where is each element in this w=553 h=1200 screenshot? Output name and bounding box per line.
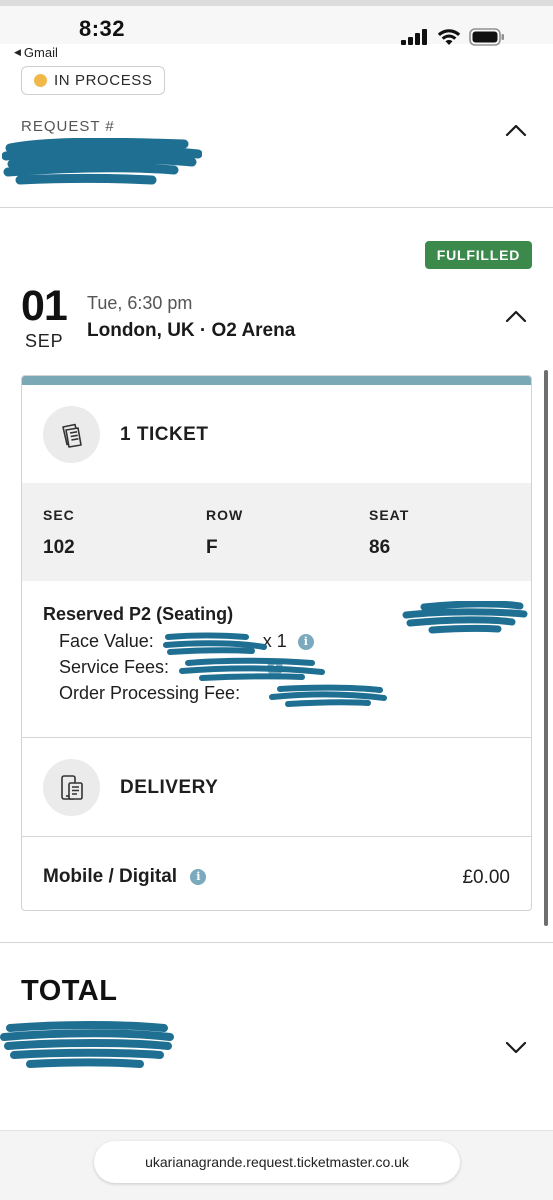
battery-icon	[469, 28, 505, 51]
ticket-card: 1 TICKET SEC 102 ROW F SEAT 86 Reserved …	[21, 375, 532, 911]
section-label: SEC	[43, 507, 75, 523]
event-time: Tue, 6:30 pm	[87, 293, 193, 313]
delivery-method: Mobile / Digital i	[43, 866, 207, 888]
redacted-total-amount	[0, 1021, 174, 1068]
seat-info-band	[22, 483, 531, 581]
cellular-signal-icon	[401, 29, 429, 50]
status-bar: 8:32	[0, 6, 553, 46]
redacted-request-number	[2, 138, 202, 185]
section-column: SEC 102	[43, 507, 75, 559]
status-time: 8:32	[79, 16, 126, 41]
ticket-icon	[43, 406, 100, 463]
section-divider	[0, 942, 553, 943]
row-value: F	[206, 537, 218, 558]
ticket-tier: Reserved P2 (Seating)	[43, 604, 234, 624]
request-status-text: IN PROCESS	[54, 72, 153, 89]
order-detail-page: 8:32 ◀ Gmail IN PROCESS REQUEST # FULFIL…	[0, 0, 553, 1200]
row-column: ROW F	[206, 507, 243, 559]
address-bar[interactable]: ukarianagrande.request.ticketmaster.co.u…	[94, 1141, 460, 1183]
event-day: 01	[21, 282, 68, 330]
ticket-count-title: 1 TICKET	[120, 424, 209, 445]
service-fees-label: Service Fees:	[59, 657, 170, 677]
delivery-method-label: Mobile / Digital	[43, 866, 178, 887]
status-icons	[401, 28, 505, 51]
card-accent-bar	[22, 376, 531, 385]
card-divider	[22, 836, 531, 837]
wifi-icon	[437, 28, 461, 51]
expand-total-chevron-down-icon[interactable]	[504, 1035, 528, 1059]
total-label: TOTAL	[21, 975, 118, 1007]
request-status-badge: IN PROCESS	[21, 66, 165, 95]
seat-label: SEAT	[369, 507, 410, 523]
mobile-delivery-icon	[43, 759, 100, 816]
face-value-label: Face Value:	[59, 631, 154, 651]
section-value: 102	[43, 537, 75, 558]
card-divider	[22, 737, 531, 738]
back-to-gmail-link[interactable]: ◀ Gmail	[14, 45, 58, 60]
address-bar-url: ukarianagrande.request.ticketmaster.co.u…	[145, 1154, 409, 1170]
status-dot-icon	[34, 74, 47, 87]
delivery-info-icon[interactable]: i	[190, 868, 207, 885]
scrollbar[interactable]	[544, 370, 548, 926]
redacted-tier-price	[402, 601, 528, 634]
row-label: ROW	[206, 507, 244, 523]
back-app-label: Gmail	[23, 45, 58, 60]
event-month: SEP	[25, 331, 64, 351]
seat-value: 86	[369, 537, 391, 558]
redacted-fee-amounts	[163, 632, 387, 707]
seat-column: SEAT 86	[369, 507, 409, 559]
back-arrow-icon: ◀	[14, 47, 21, 57]
event-venue: London, UK · O2 Arena	[87, 320, 296, 341]
collapse-event-chevron-up-icon[interactable]	[504, 304, 528, 328]
section-divider	[0, 207, 553, 208]
request-number-label: REQUEST #	[21, 118, 115, 135]
collapse-request-chevron-up-icon[interactable]	[504, 118, 528, 142]
delivery-price: £0.00	[462, 867, 510, 888]
delivery-title: DELIVERY	[120, 777, 219, 798]
fulfilled-badge: FULFILLED	[425, 241, 532, 269]
